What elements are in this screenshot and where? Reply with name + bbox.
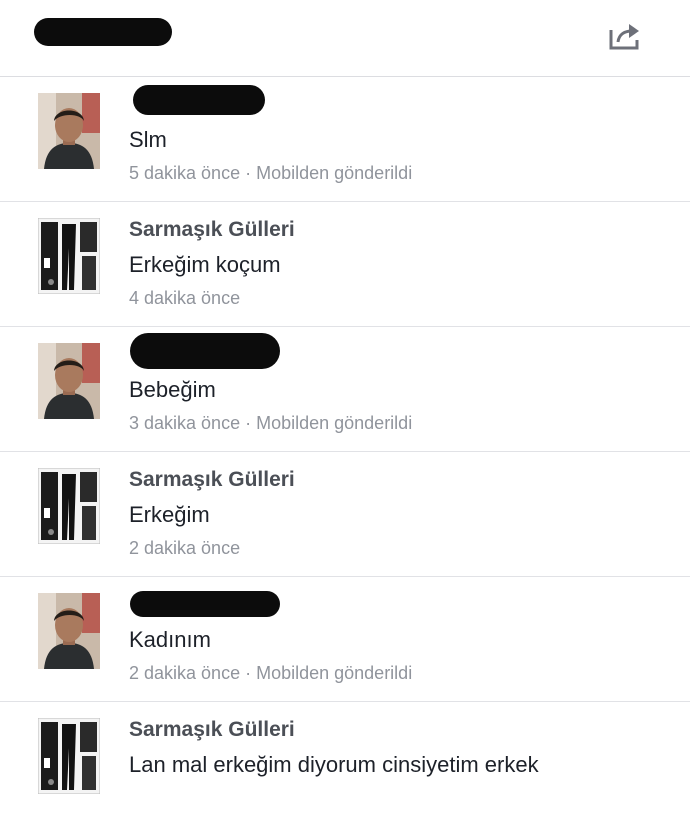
message-meta: 2 dakika önce [129,538,240,559]
redacted-sender-name [130,333,280,369]
message-text: Kadınım [129,627,211,652]
message-source: · Mobilden gönderildi [245,163,413,183]
message-text: Lan mal erkeğim diyorum cinsiyetim erkek [129,752,539,777]
avatar[interactable] [38,593,100,669]
message-text: Erkeğim [129,502,210,527]
message-meta: 5 dakika önce · Mobilden gönderildi [129,163,412,184]
thread-header [0,0,690,77]
sender-name[interactable]: Sarmaşık Gülleri [129,468,295,492]
message-text: Slm [129,127,167,152]
redacted-thread-title [34,18,172,46]
message-source: · Mobilden gönderildi [245,663,413,683]
message-item[interactable]: Kadınım 2 dakika önce · Mobilden gönderi… [0,577,690,702]
message-time: 4 dakika önce [129,288,241,308]
avatar[interactable] [38,93,100,169]
avatar[interactable] [38,343,100,419]
message-time: 3 dakika önce [129,413,241,433]
share-icon[interactable] [607,20,643,52]
message-time: 5 dakika önce [129,163,241,183]
message-item[interactable]: Sarmaşık Gülleri Lan mal erkeğim diyorum… [0,702,690,826]
message-source: · Mobilden gönderildi [245,413,413,433]
avatar[interactable] [38,218,100,294]
message-text: Bebeğim [129,377,216,402]
avatar[interactable] [38,718,100,794]
redacted-sender-name [130,591,280,617]
message-item[interactable]: Slm 5 dakika önce · Mobilden gönderildi [0,77,690,202]
message-meta: 4 dakika önce [129,288,240,309]
message-meta: 2 dakika önce · Mobilden gönderildi [129,663,412,684]
message-item[interactable]: Bebeğim 3 dakika önce · Mobilden gönderi… [0,327,690,452]
message-text: Erkeğim koçum [129,252,281,277]
message-time: 2 dakika önce [129,538,241,558]
message-meta: 3 dakika önce · Mobilden gönderildi [129,413,412,434]
sender-name[interactable]: Sarmaşık Gülleri [129,218,295,242]
message-item[interactable]: Sarmaşık Gülleri Erkeğim koçum 4 dakika … [0,202,690,327]
avatar[interactable] [38,468,100,544]
message-time: 2 dakika önce [129,663,241,683]
message-item[interactable]: Sarmaşık Gülleri Erkeğim 2 dakika önce [0,452,690,577]
redacted-sender-name [133,85,265,115]
sender-name[interactable]: Sarmaşık Gülleri [129,718,295,742]
